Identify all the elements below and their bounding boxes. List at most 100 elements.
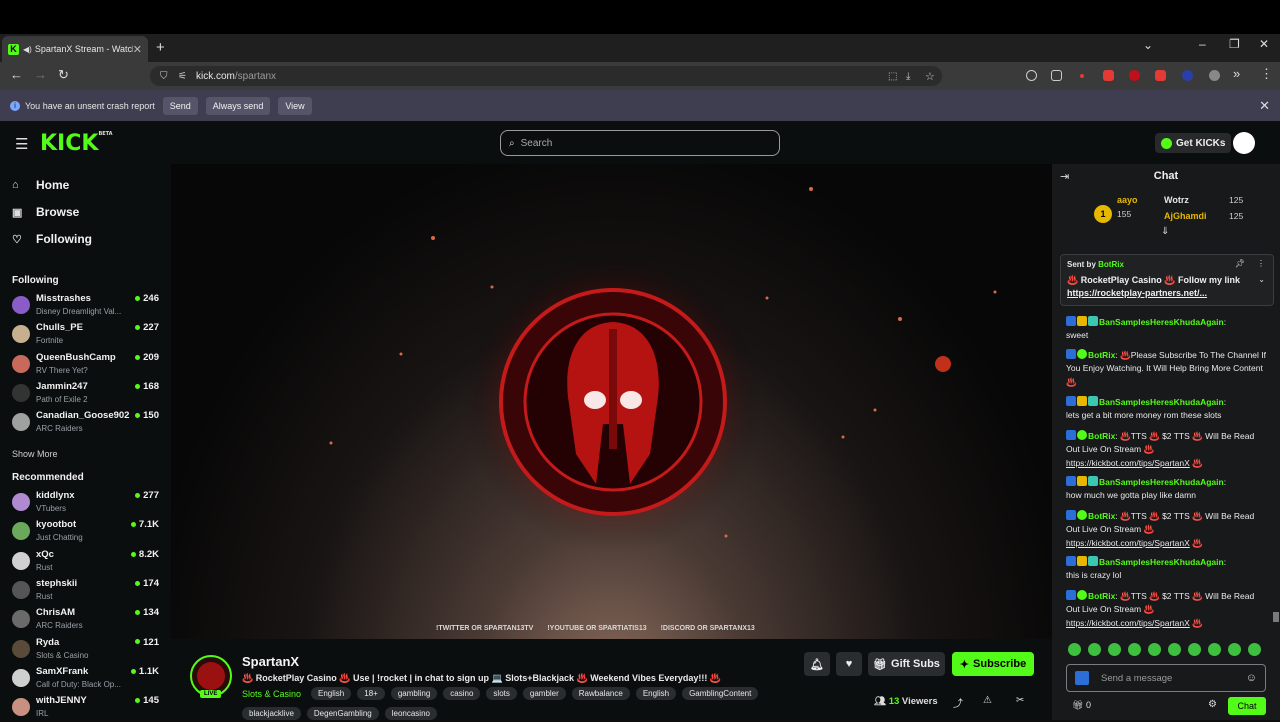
forward-icon[interactable]: → (34, 67, 47, 82)
emote-icon[interactable] (1228, 643, 1241, 656)
get-kicks-button[interactable]: Get KICKs (1155, 133, 1232, 153)
extension-red-hex-icon[interactable] (1129, 70, 1140, 81)
emote-icon[interactable] (1208, 643, 1221, 656)
send-crash-button[interactable]: Send (162, 96, 198, 115)
screenshot-icon[interactable]: ⬚ (888, 71, 897, 82)
user-avatar[interactable] (1233, 132, 1255, 154)
nav-browse[interactable]: ▣ Browse (12, 205, 79, 219)
stream-tag[interactable]: leoncasino (384, 707, 437, 720)
kick-logo[interactable]: KICKBETA (40, 131, 113, 156)
gift-subs-button[interactable]: 🎁︎ Gift Subs (868, 652, 945, 676)
account-icon[interactable] (1026, 70, 1037, 81)
expand-pinned-icon[interactable]: ⌄ (1258, 275, 1265, 284)
extension-red-icon[interactable] (1103, 70, 1114, 81)
leaderboard-user-2[interactable]: Wotrz (1164, 195, 1189, 205)
more-options-icon[interactable]: ⋮ (1257, 259, 1265, 268)
close-crash-bar-icon[interactable]: ✕ (1259, 98, 1270, 114)
site-info-icon[interactable]: ⚟ (178, 71, 187, 82)
video-player[interactable]: !TWITTER OR SPARTAN13TV !YOUTUBE OR SPAR… (171, 164, 1052, 639)
sidebar-channel[interactable]: SamXFrank Call of Duty: Black Op... 1.1K (12, 665, 162, 693)
chat-link[interactable]: https://kickbot.com/tips/SpartanX (1066, 538, 1190, 548)
sidebar-channel[interactable]: Ryda Slots & Casino 121 (12, 636, 162, 664)
chat-settings-gear-icon[interactable]: ⚙ (1208, 699, 1217, 710)
chat-identity-icon[interactable] (1075, 671, 1089, 685)
emote-icon[interactable] (1248, 643, 1261, 656)
nav-home[interactable]: ⌂ Home (12, 178, 69, 192)
pinned-link[interactable]: https://rocketplay-partners.net/... (1067, 288, 1207, 298)
stream-tag[interactable]: English (635, 687, 677, 700)
emote-icon[interactable] (1088, 643, 1101, 656)
chat-username[interactable]: BotRix (1088, 350, 1115, 360)
subscribe-button[interactable]: ✦ Subscribe (952, 652, 1034, 676)
leaderboard-user-3[interactable]: AjGhamdi (1164, 211, 1207, 221)
close-window-icon[interactable]: ✕ (1259, 37, 1269, 51)
chat-scrollbar[interactable] (1273, 304, 1279, 644)
sidebar-channel[interactable]: Misstrashes Disney Dreamlight Val... 246 (12, 292, 162, 320)
search-input[interactable]: ⌕ Search (500, 130, 780, 156)
kicks-balance[interactable]: 🎁︎ 0 (1072, 700, 1091, 711)
stream-tag[interactable]: gambler (522, 687, 566, 700)
minimize-icon[interactable]: – (1199, 37, 1206, 51)
clip-icon[interactable]: ✂ (1016, 695, 1024, 706)
menu-hamburger-icon[interactable]: ☰ (15, 135, 28, 153)
sidebar-channel[interactable]: QueenBushCamp RV There Yet? 209 (12, 351, 162, 379)
stream-tag[interactable]: casino (443, 687, 481, 700)
sidebar-channel[interactable]: Chulls_PE Fortnite 227 (12, 321, 162, 349)
chat-username[interactable]: BanSamplesHeresKhudaAgain (1099, 397, 1224, 407)
extension-red-dot-icon[interactable] (1080, 74, 1084, 78)
emote-icon[interactable] (1188, 643, 1201, 656)
download-icon[interactable]: ⤓ (906, 71, 910, 82)
sidebar-channel[interactable]: kiddlynx VTubers 277 (12, 489, 162, 517)
chat-username[interactable]: BotRix (1088, 511, 1115, 521)
chat-link[interactable]: https://kickbot.com/tips/SpartanX (1066, 618, 1190, 628)
maximize-icon[interactable]: ❐ (1229, 37, 1240, 51)
show-more-link[interactable]: Show More (12, 449, 58, 459)
streamer-name[interactable]: SpartanX (242, 654, 299, 669)
sidebar-channel[interactable]: xQc Rust 8.2K (12, 548, 162, 576)
browser-tab[interactable]: K ◀) SpartanX Stream - Watch Li ✕ (2, 36, 148, 62)
stream-tag[interactable]: Rawbalance (571, 687, 630, 700)
sidebar-channel[interactable]: kyootbot Just Chatting 7.1K (12, 518, 162, 546)
view-crash-button[interactable]: View (278, 96, 312, 115)
follow-heart-button[interactable]: ♥ (836, 652, 862, 676)
chat-message-input[interactable]: Send a message ☺ (1066, 664, 1266, 692)
stream-tag[interactable]: GamblingContent (682, 687, 759, 700)
back-icon[interactable]: ← (10, 67, 23, 82)
emote-icon[interactable] (1148, 643, 1161, 656)
sidebar-channel[interactable]: Canadian_Goose902 ARC Raiders 150 (12, 409, 162, 437)
youtube-extension-icon[interactable] (1155, 70, 1166, 81)
chat-username[interactable]: BotRix (1088, 431, 1115, 441)
stream-category[interactable]: Slots & Casino (242, 689, 301, 699)
sidebar-channel[interactable]: Jammin247 Path of Exile 2 168 (12, 380, 162, 408)
chat-username[interactable]: BotRix (1088, 591, 1115, 601)
chat-username[interactable]: BanSamplesHeresKhudaAgain (1099, 317, 1224, 327)
sidebar-channel[interactable]: withJENNY IRL 145 (12, 694, 162, 722)
url-field[interactable]: ⛉ ⚟ kick.com/spartanx ⬚ ⤓ ☆ (150, 66, 942, 86)
new-tab-button[interactable]: + (156, 39, 165, 56)
emoji-picker-icon[interactable]: ☺ (1246, 672, 1257, 684)
browser-menu-icon[interactable]: ⋮ (1260, 66, 1273, 82)
stream-tag[interactable]: 18+ (357, 687, 385, 700)
share-icon[interactable]: ⤴ (953, 695, 963, 710)
nav-following[interactable]: ♡ Following (12, 232, 92, 246)
leaderboard-user-1[interactable]: aayo (1117, 195, 1138, 205)
stream-tag[interactable]: gambling (390, 687, 438, 700)
report-icon[interactable]: ⚠ (983, 695, 992, 706)
pin-icon[interactable]: 📌︎ (1235, 259, 1245, 268)
stream-tag[interactable]: slots (486, 687, 517, 700)
stream-tag[interactable]: English (311, 687, 352, 700)
emote-icon[interactable] (1108, 643, 1121, 656)
tab-close-icon[interactable]: ✕ (133, 43, 142, 56)
chat-link[interactable]: https://kickbot.com/tips/SpartanX (1066, 458, 1190, 468)
chat-username[interactable]: BanSamplesHeresKhudaAgain (1099, 557, 1224, 567)
reload-icon[interactable]: ↻ (58, 67, 69, 83)
emote-icon[interactable] (1168, 643, 1181, 656)
chat-username[interactable]: BanSamplesHeresKhudaAgain (1099, 477, 1224, 487)
sidebar-channel[interactable]: ChrisAM ARC Raiders 134 (12, 606, 162, 634)
more-extensions-icon[interactable]: » (1233, 66, 1240, 81)
emote-icon[interactable] (1068, 643, 1081, 656)
stream-tag[interactable]: blackjacklive (242, 707, 301, 720)
extension-blue-icon[interactable] (1182, 70, 1193, 81)
stream-tag[interactable]: DegenGambling (306, 707, 379, 720)
bookmark-star-icon[interactable]: ☆ (925, 70, 935, 83)
